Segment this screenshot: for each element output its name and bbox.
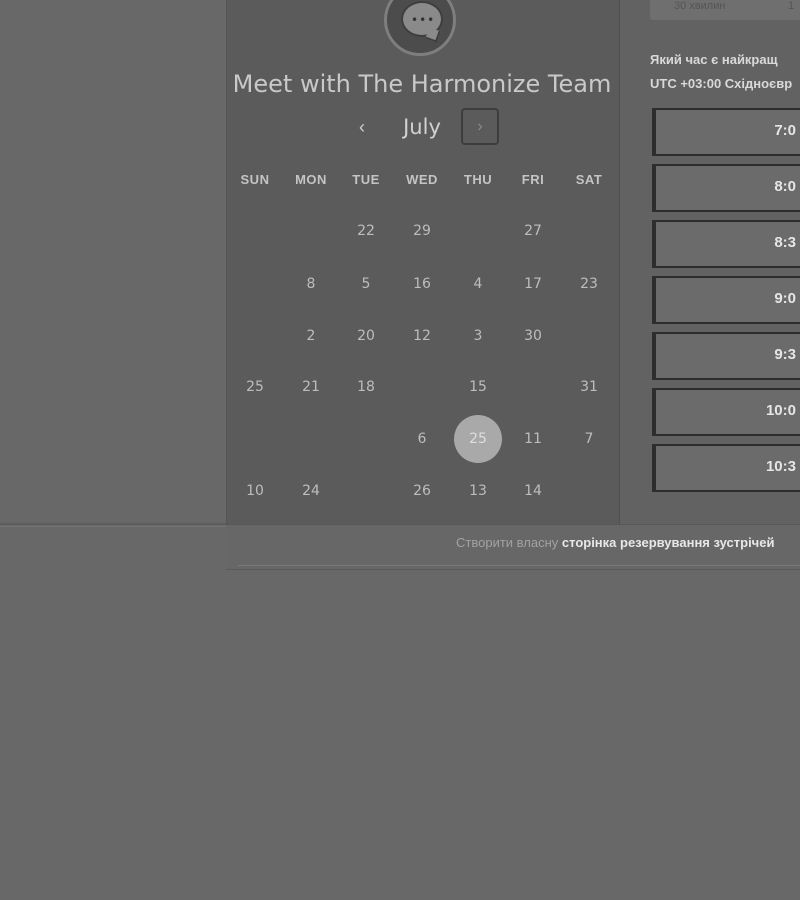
footer-bar: Створити власну сторінка резервування зу…: [226, 524, 800, 570]
weekday-sun: SUN: [240, 172, 270, 187]
duration-tabs: 30 хвилин 1: [650, 0, 800, 20]
left-divider-highlight: [0, 526, 226, 527]
left-background: [0, 0, 226, 524]
calendar-day[interactable]: 16: [398, 260, 446, 308]
calendar-day[interactable]: 24: [287, 467, 335, 515]
footer-text: Створити власну сторінка резервування зу…: [456, 535, 774, 550]
page-title: Meet with The Harmonize Team: [232, 70, 612, 98]
weekday-mon: MON: [295, 172, 327, 187]
booking-page-link[interactable]: сторінка резервування зустрічей: [562, 535, 775, 550]
calendar-day-selected[interactable]: 25: [454, 415, 502, 463]
weekday-header: SUN MON TUE WED THU FRI SAT: [226, 172, 618, 192]
calendar-day[interactable]: 14: [509, 467, 557, 515]
calendar-day[interactable]: 22: [342, 207, 390, 255]
time-slot-label: 10:3: [765, 458, 796, 475]
time-slot-button[interactable]: 10:0: [652, 388, 800, 436]
time-slot-button[interactable]: 9:0: [652, 276, 800, 324]
calendar-day[interactable]: 7: [565, 415, 613, 463]
previous-month-button[interactable]: ‹: [350, 115, 374, 139]
calendar-day[interactable]: 12: [398, 312, 446, 360]
calendar-day[interactable]: 11: [509, 415, 557, 463]
weekday-tue: TUE: [352, 172, 380, 187]
weekday-wed: WED: [406, 172, 438, 187]
month-label: July: [403, 115, 441, 139]
calendar-day[interactable]: 26: [398, 467, 446, 515]
calendar-day[interactable]: 21: [287, 363, 335, 411]
duration-tab-30[interactable]: 30 хвилин: [674, 0, 725, 20]
best-time-question: Який час є найкращ: [650, 52, 778, 67]
time-slot-label: 8:3: [774, 234, 796, 251]
time-slot-label: 10:0: [765, 402, 796, 419]
time-slot-label: 7:0: [774, 122, 796, 139]
calendar-day[interactable]: 17: [509, 260, 557, 308]
weekday-thu: THU: [463, 172, 493, 187]
calendar-day[interactable]: 18: [342, 363, 390, 411]
time-slot-button[interactable]: 9:3: [652, 332, 800, 380]
weekday-sat: SAT: [575, 172, 603, 187]
ellipsis-icon: •••: [411, 13, 436, 27]
time-slot-label: 8:0: [774, 178, 796, 195]
time-slot-button[interactable]: 8:3: [652, 220, 800, 268]
month-navigation: ‹ July ›: [226, 107, 618, 149]
calendar-day[interactable]: 25: [231, 363, 279, 411]
calendar-day[interactable]: 15: [454, 363, 502, 411]
calendar-day[interactable]: 31: [565, 363, 613, 411]
calendar-day[interactable]: 23: [565, 260, 613, 308]
calendar-day[interactable]: 10: [231, 467, 279, 515]
calendar-day[interactable]: 27: [509, 207, 557, 255]
calendar-day[interactable]: 3: [454, 312, 502, 360]
calendar-day[interactable]: 5: [342, 260, 390, 308]
calendar-day[interactable]: 2: [287, 312, 335, 360]
timezone-selector[interactable]: UTC +03:00 Східноєвр: [650, 76, 792, 91]
time-slot-button[interactable]: 7:0: [652, 108, 800, 156]
duration-tab-60[interactable]: 1: [788, 0, 794, 20]
calendar-day[interactable]: 6: [398, 415, 446, 463]
time-slot-button[interactable]: 8:0: [652, 164, 800, 212]
footer-divider: [238, 565, 800, 566]
time-slot-label: 9:0: [774, 290, 796, 307]
calendar-day[interactable]: 30: [509, 312, 557, 360]
calendar-day[interactable]: 4: [454, 260, 502, 308]
time-slot-label: 9:3: [774, 346, 796, 363]
next-month-button[interactable]: ›: [461, 108, 499, 145]
calendar-day[interactable]: 13: [454, 467, 502, 515]
left-divider: [0, 523, 226, 525]
time-slot-button[interactable]: 10:3: [652, 444, 800, 492]
time-slot-panel: 30 хвилин 1 Який час є найкращ UTC +03:0…: [619, 0, 800, 524]
calendar-day[interactable]: 8: [287, 260, 335, 308]
footer-muted-text: Створити власну: [456, 535, 559, 550]
calendar-day[interactable]: 20: [342, 312, 390, 360]
calendar-day[interactable]: 29: [398, 207, 446, 255]
weekday-fri: FRI: [521, 172, 545, 187]
